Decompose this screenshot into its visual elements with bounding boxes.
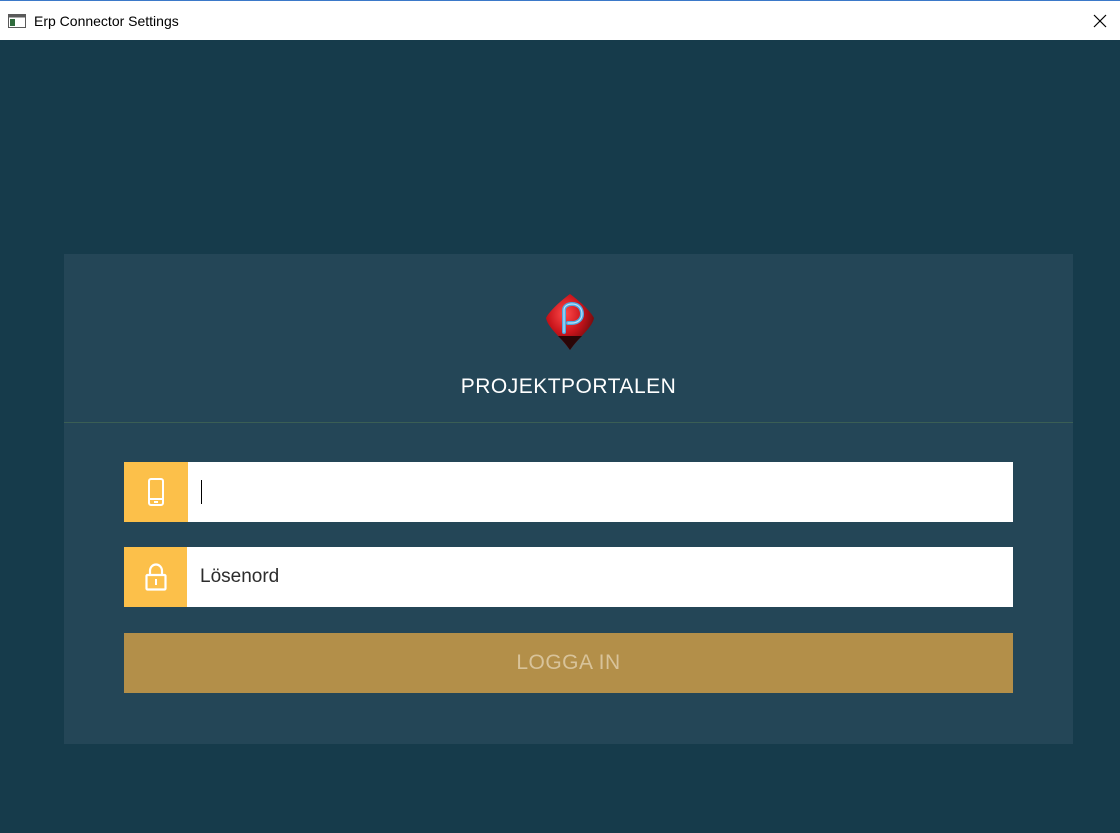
- password-icon-box: [124, 547, 187, 607]
- close-button[interactable]: [1080, 1, 1120, 40]
- mobile-phone-icon: [148, 478, 164, 506]
- password-field: [124, 547, 1013, 607]
- projektportalen-logo: [546, 294, 594, 350]
- password-input[interactable]: [200, 547, 1000, 607]
- window-title: Erp Connector Settings: [34, 13, 179, 29]
- login-card: PROJEKTPORTALEN LOGGA IN: [64, 254, 1073, 744]
- phone-field: [124, 462, 1013, 522]
- brand-title: PROJEKTPORTALEN: [460, 375, 677, 398]
- text-caret: [201, 480, 202, 504]
- login-button[interactable]: LOGGA IN: [124, 633, 1013, 693]
- close-icon: [1093, 14, 1107, 27]
- title-bar: Erp Connector Settings: [0, 0, 1120, 40]
- phone-icon-box: [124, 462, 188, 522]
- app-window: Erp Connector Settings PROJEKTPORTALEN L…: [0, 0, 1120, 833]
- window-icon: [8, 14, 26, 28]
- phone-input[interactable]: [200, 462, 1000, 522]
- padlock-icon: [144, 563, 167, 591]
- divider: [64, 422, 1073, 423]
